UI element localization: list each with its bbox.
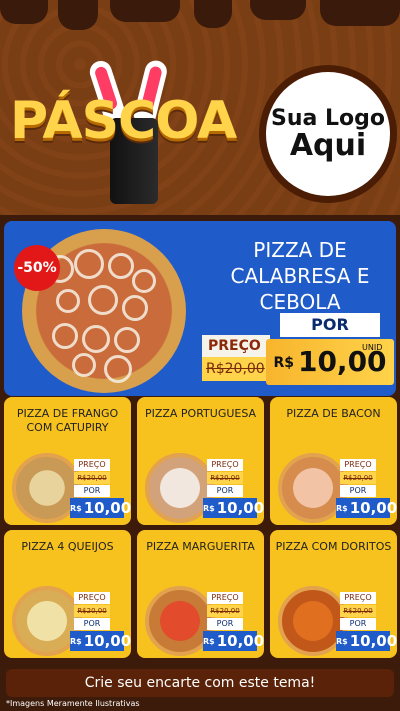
preco-label: PREÇO (202, 335, 270, 357)
product-card: PIZZA DE FRANGO COM CATUPIRY PREÇO R$20,… (4, 397, 131, 525)
currency: R$ (70, 503, 82, 513)
product-name: PIZZA 4 QUEIJOS (21, 540, 114, 553)
product-card: PIZZA COM DORITOS PREÇO R$20,00 POR R$ 10… (270, 530, 397, 658)
product-name: PIZZA PORTUGUESA (144, 407, 257, 420)
old-price: R$20,00 (74, 472, 110, 484)
discount-badge: -50% (14, 245, 60, 291)
new-price: R$ 10,00 (70, 631, 131, 651)
chocolate-drip (320, 0, 400, 26)
preco-label: PREÇO (74, 592, 110, 604)
preco-label: PREÇO (340, 459, 376, 471)
old-price: R$20,00 (202, 357, 270, 381)
onion-ring (104, 355, 132, 383)
por-label: POR (207, 485, 243, 497)
preco-label: PREÇO (207, 459, 243, 471)
new-price: R$ 10,00 (203, 498, 264, 518)
new-price: R$ 10,00 (203, 631, 264, 651)
call-to-action: Crie seu encarte com este tema! (6, 669, 394, 697)
currency: R$ (203, 503, 215, 513)
price-value: 10,00 (216, 632, 264, 650)
logo-placeholder: Sua Logo Aqui (266, 72, 390, 196)
flyer-page: PÁSCOA Sua Logo Aqui -50% PIZZA DE CALAB… (0, 0, 400, 711)
new-price: R$ 10,00 (70, 498, 131, 518)
onion-ring (132, 269, 156, 293)
offers-area: -50% PIZZA DE CALABRESA E CEBOLA POR PRE… (0, 215, 400, 711)
por-label: POR (207, 618, 243, 630)
old-price: R$20,00 (207, 605, 243, 617)
new-price: R$ 10,00 (336, 498, 397, 518)
unit-label: UNID (362, 343, 383, 352)
product-name: PIZZA COM DORITOS (275, 540, 392, 553)
price-value: 10,00 (349, 632, 397, 650)
product-name: PIZZA DE BACON (286, 407, 381, 420)
disclaimer: *Imagens Meramente Ilustrativas (6, 699, 140, 708)
logo-text-line1: Sua Logo (270, 105, 385, 131)
old-price: R$20,00 (207, 472, 243, 484)
easter-header: PÁSCOA Sua Logo Aqui (0, 0, 400, 215)
product-card: PIZZA DE BACON PREÇO R$20,00 POR R$ 10,00 (270, 397, 397, 525)
product-card: PIZZA 4 QUEIJOS PREÇO R$20,00 POR R$ 10,0… (4, 530, 131, 658)
onion-ring (122, 295, 148, 321)
logo-text-line2: Aqui (289, 127, 367, 163)
new-price: R$ 10,00 (336, 631, 397, 651)
page-title: PÁSCOA (10, 91, 237, 151)
onion-ring (114, 327, 140, 353)
por-label: POR (340, 618, 376, 630)
currency: R$ (70, 636, 82, 646)
preco-label: PREÇO (207, 592, 243, 604)
title-group: PÁSCOA (10, 58, 270, 204)
currency: R$ (273, 355, 294, 371)
onion-ring (74, 249, 104, 279)
onion-ring (88, 285, 118, 315)
product-name: PIZZA DE FRANGO COM CATUPIRY (16, 407, 119, 434)
onion-ring (52, 323, 78, 349)
product-name: PIZZA MARGUERITA (146, 540, 255, 553)
chocolate-drip (0, 0, 48, 24)
currency: R$ (203, 636, 215, 646)
preco-label: PREÇO (340, 592, 376, 604)
price-value: 10,00 (83, 632, 131, 650)
price-value: 10,00 (83, 499, 131, 517)
chocolate-drip (58, 0, 98, 30)
chocolate-drip (194, 0, 232, 28)
onion-ring (108, 253, 134, 279)
product-card: PIZZA PORTUGUESA PREÇO R$20,00 POR R$ 10,… (137, 397, 264, 525)
por-label: POR (340, 485, 376, 497)
currency: R$ (336, 636, 348, 646)
product-card: PIZZA MARGUERITA PREÇO R$20,00 POR R$ 10,… (137, 530, 264, 658)
currency: R$ (336, 503, 348, 513)
old-price: R$20,00 (74, 605, 110, 617)
chocolate-drip (250, 0, 306, 20)
onion-ring (56, 289, 80, 313)
old-price: R$20,00 (340, 605, 376, 617)
por-label: POR (74, 485, 110, 497)
old-price: R$20,00 (340, 472, 376, 484)
chocolate-drip (110, 0, 180, 22)
preco-label: PREÇO (74, 459, 110, 471)
onion-ring (72, 353, 96, 377)
price-value: 10,00 (349, 499, 397, 517)
por-label: POR (74, 618, 110, 630)
featured-offer: -50% PIZZA DE CALABRESA E CEBOLA POR PRE… (4, 221, 396, 396)
price-value: 10,00 (216, 499, 264, 517)
featured-product-name: PIZZA DE CALABRESA E CEBOLA (230, 238, 370, 314)
onion-ring (82, 325, 110, 353)
por-label: POR (280, 313, 380, 337)
